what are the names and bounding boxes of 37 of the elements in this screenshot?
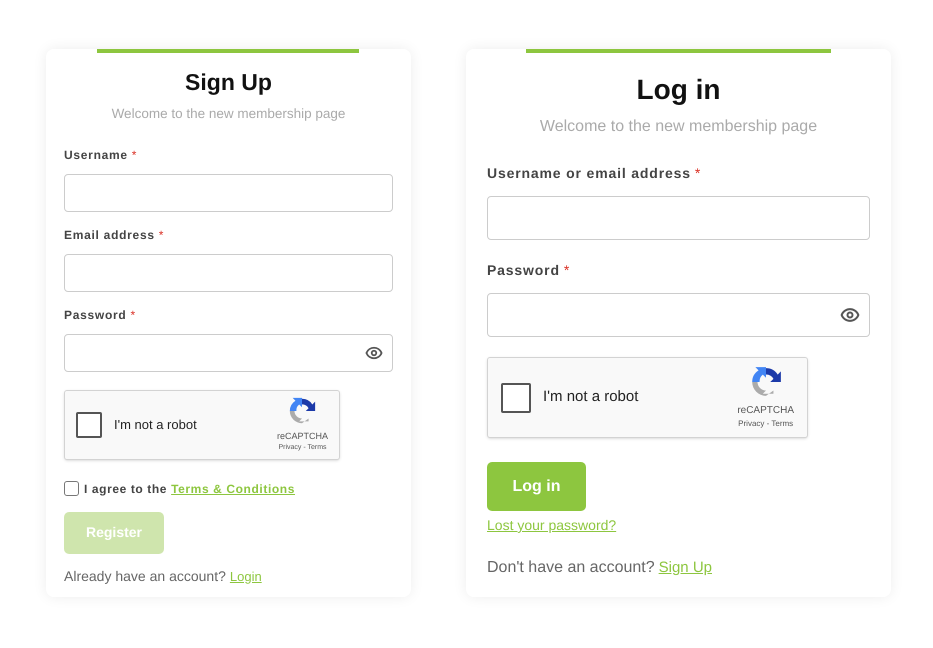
captcha-brand: reCAPTCHA bbox=[737, 404, 794, 418]
footer-text: Don't have an account? bbox=[487, 558, 655, 578]
footer-text: Already have an account? bbox=[64, 566, 226, 586]
captcha-label: I'm not a robot bbox=[114, 416, 197, 434]
field-label: Username or email address bbox=[487, 164, 691, 183]
form-title: Log in bbox=[636, 73, 722, 107]
login-button[interactable]: Log in bbox=[487, 462, 586, 511]
login-link[interactable]: Login bbox=[230, 566, 262, 586]
form-subtitle: Welcome to the new membership page bbox=[110, 104, 346, 123]
password-field[interactable] bbox=[487, 293, 870, 337]
captcha-label: I'm not a robot bbox=[543, 387, 638, 408]
field-label: Password bbox=[64, 306, 126, 324]
required-mark: * bbox=[564, 261, 570, 280]
lost-password-link[interactable]: Lost your password? bbox=[487, 515, 616, 536]
field-label: Email address bbox=[64, 226, 155, 244]
required-mark: * bbox=[132, 146, 136, 164]
captcha-checkbox[interactable] bbox=[501, 382, 531, 412]
text-field[interactable] bbox=[64, 254, 393, 292]
field-label: Username bbox=[64, 146, 128, 164]
captcha-brand: reCAPTCHA bbox=[276, 430, 328, 443]
password-field[interactable] bbox=[64, 334, 393, 372]
sign-up-link[interactable]: Sign Up bbox=[658, 557, 712, 580]
captcha-links[interactable]: Privacy - Terms bbox=[738, 418, 794, 430]
required-mark: * bbox=[130, 306, 136, 324]
agree-label: I agree to the bbox=[84, 480, 168, 498]
field-label: Password bbox=[487, 261, 560, 280]
required-mark: * bbox=[694, 164, 700, 183]
captcha-checkbox[interactable] bbox=[76, 412, 102, 438]
text-field[interactable] bbox=[487, 196, 870, 240]
form-title: Sign Up bbox=[184, 68, 273, 97]
agree-checkbox[interactable] bbox=[64, 481, 79, 496]
required-mark: * bbox=[158, 226, 164, 244]
form-subtitle: Welcome to the new membership page bbox=[538, 117, 818, 137]
terms-link[interactable]: Terms & Conditions bbox=[171, 480, 296, 498]
text-field[interactable] bbox=[64, 174, 393, 212]
recaptcha-logo-icon bbox=[287, 396, 318, 426]
show-password-icon[interactable] bbox=[840, 305, 860, 325]
